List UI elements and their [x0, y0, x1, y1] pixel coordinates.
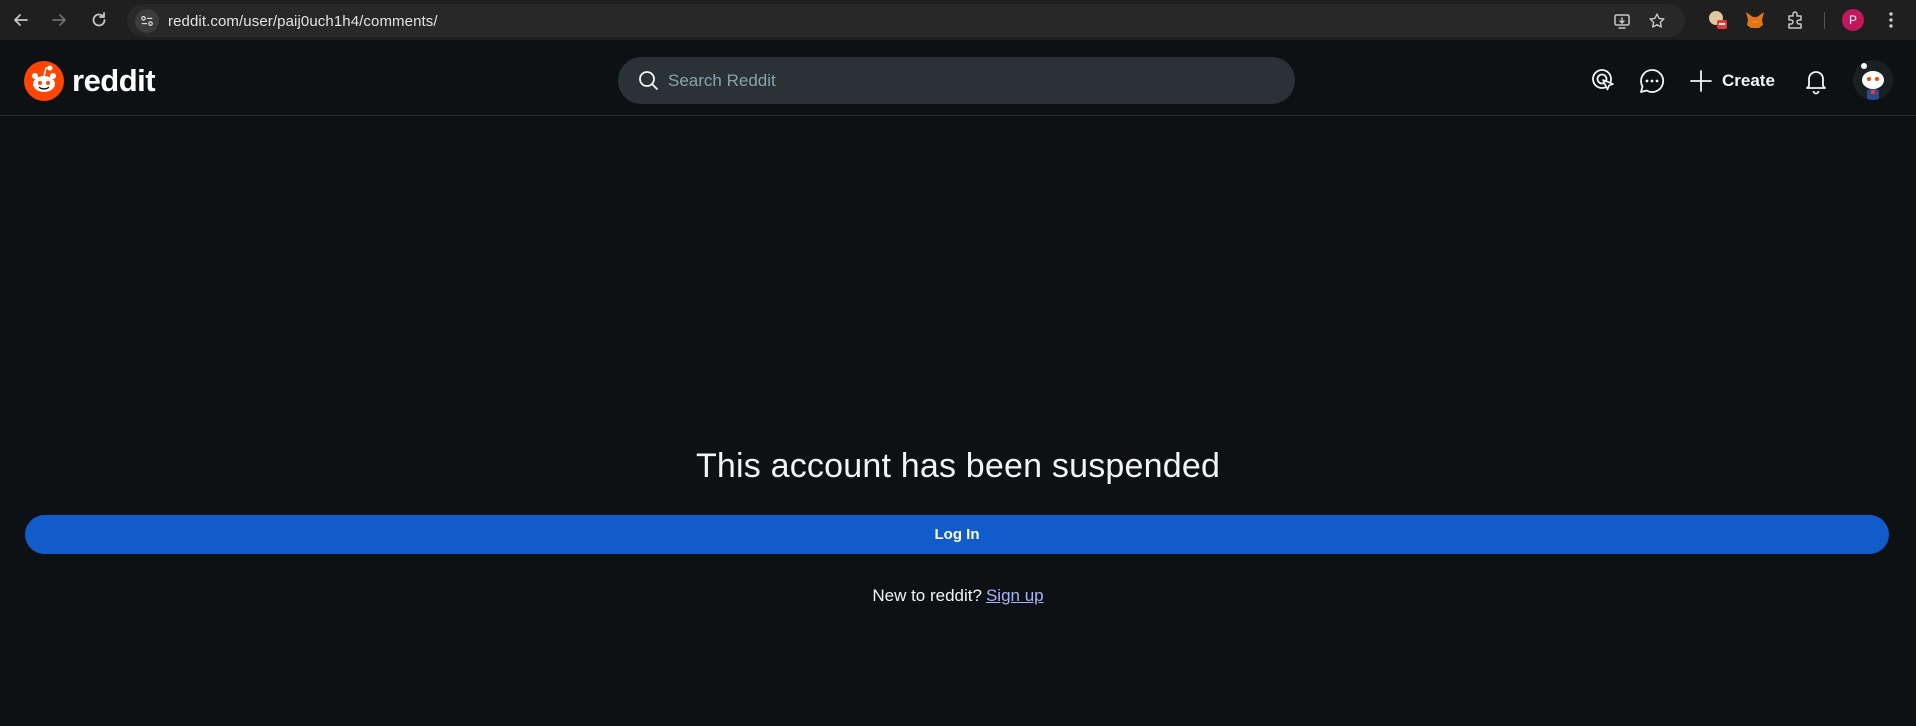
kebab-menu-icon[interactable] [1880, 9, 1902, 31]
avatar[interactable] [1853, 60, 1893, 100]
browser-toolbar: reddit.com/user/paij0uch1h4/comments/ P [0, 0, 1916, 40]
site-header: reddit Create [0, 40, 1916, 116]
advertise-icon[interactable] [1590, 67, 1618, 95]
signup-prompt: New to reddit? Sign up [0, 586, 1916, 606]
search-bar[interactable] [618, 57, 1295, 104]
extension-icon[interactable] [1707, 9, 1729, 31]
suspended-message: This account has been suspended [695, 447, 1221, 485]
search-icon [639, 71, 658, 90]
chat-icon[interactable] [1638, 67, 1666, 95]
logo-wordmark: reddit [72, 63, 156, 98]
url-text[interactable]: reddit.com/user/paij0uch1h4/comments/ [168, 13, 438, 30]
search-input[interactable] [668, 57, 1268, 104]
reddit-home-link[interactable]: reddit [24, 61, 156, 101]
reddit-logo-icon [24, 61, 64, 101]
forward-arrow-icon[interactable] [47, 8, 71, 32]
log-in-button[interactable]: Log In [25, 515, 1889, 554]
metamask-fox-icon[interactable] [1744, 9, 1766, 31]
sign-up-link[interactable]: Sign up [986, 586, 1044, 605]
bell-icon[interactable] [1802, 67, 1830, 95]
create-post-button[interactable]: Create [1688, 62, 1775, 100]
back-arrow-icon[interactable] [9, 8, 33, 32]
plus-icon [1690, 70, 1712, 92]
site-info-icon[interactable] [135, 9, 159, 33]
snoo-avatar-icon [1853, 60, 1893, 100]
extension-puzzle-icon[interactable] [1785, 9, 1807, 31]
signup-prompt-text: New to reddit? [872, 586, 982, 605]
create-label: Create [1722, 71, 1775, 90]
profile-avatar[interactable]: P [1842, 9, 1864, 31]
address-bar[interactable]: reddit.com/user/paij0uch1h4/comments/ [127, 4, 1685, 37]
bookmark-star-icon[interactable] [1648, 12, 1666, 30]
install-app-icon[interactable] [1613, 12, 1631, 30]
toolbar-divider [1824, 12, 1825, 29]
reload-icon[interactable] [87, 8, 111, 32]
